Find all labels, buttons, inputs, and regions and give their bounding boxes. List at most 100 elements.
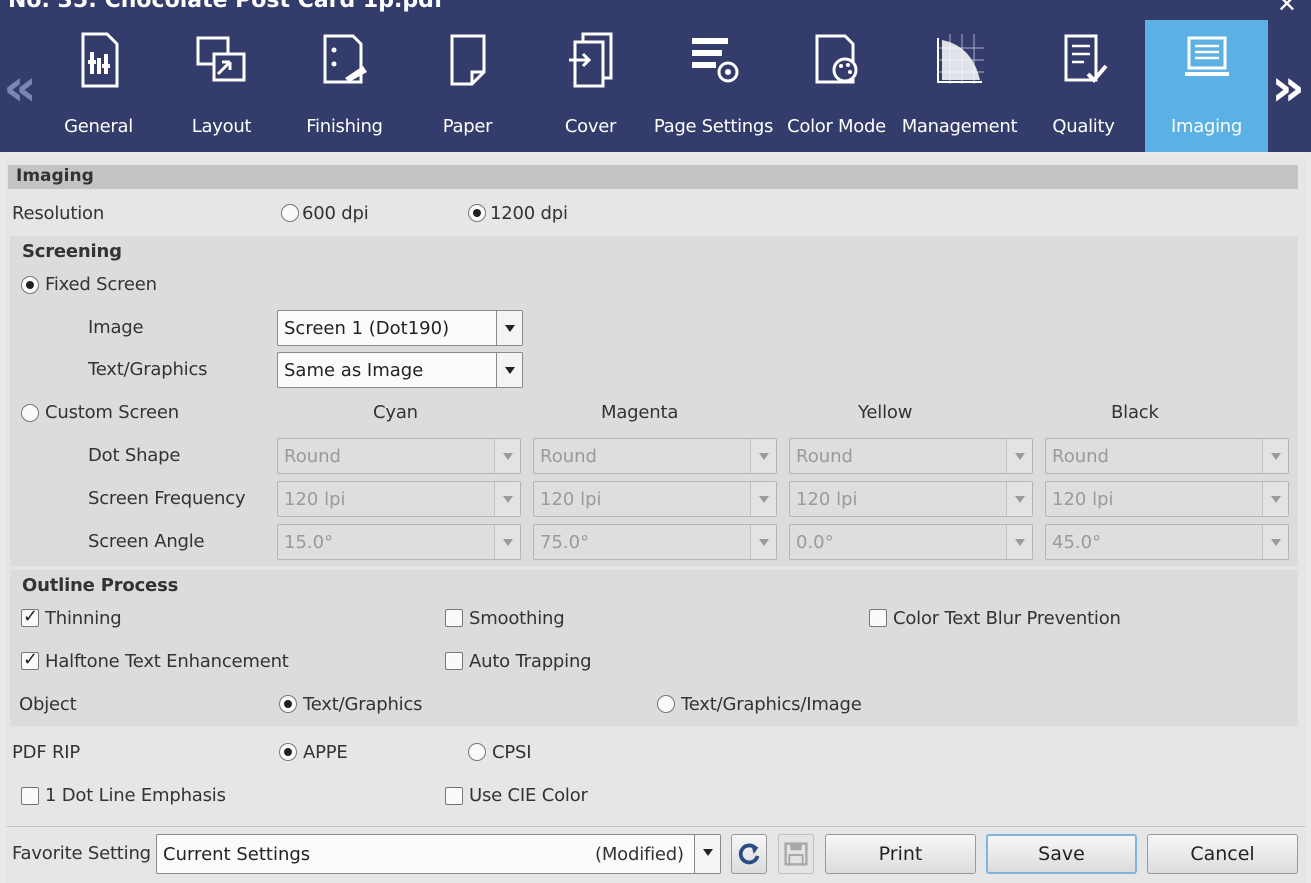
object-text-graphics-radio[interactable]	[279, 695, 297, 713]
pdf-rip-label: PDF RIP	[12, 742, 81, 763]
save-button[interactable]: Save	[986, 834, 1137, 874]
screening-title: Screening	[22, 241, 122, 262]
cyan-angle-select[interactable]: 15.0°	[277, 524, 521, 560]
chevron-down-icon	[750, 439, 776, 473]
screen-angle-label: Screen Angle	[88, 531, 205, 552]
finishing-icon	[319, 30, 371, 90]
dot-line-emphasis-label: 1 Dot Line Emphasis	[45, 785, 226, 806]
cancel-button[interactable]: Cancel	[1147, 834, 1298, 874]
cyan-frequency-value: 120 lpi	[284, 489, 346, 510]
page-settings-icon	[688, 30, 740, 90]
tab-page-settings[interactable]: Page Settings	[652, 20, 775, 152]
image-screen-select[interactable]: Screen 1 (Dot190)	[277, 310, 523, 346]
refresh-button[interactable]	[731, 834, 767, 874]
tab-color-mode[interactable]: Color Mode	[775, 20, 898, 152]
column-magenta: Magenta	[601, 402, 679, 423]
tab-general-label: General	[64, 116, 133, 137]
yellow-frequency-value: 120 lpi	[796, 489, 858, 510]
chevron-down-icon	[1006, 439, 1032, 473]
resolution-600-radio[interactable]	[281, 204, 299, 222]
tab-cover-label: Cover	[564, 116, 617, 137]
magenta-frequency-value: 120 lpi	[540, 489, 602, 510]
quality-icon	[1058, 30, 1110, 90]
pdf-rip-cpsi-radio[interactable]	[468, 743, 486, 761]
magenta-dot-shape-select[interactable]: Round	[533, 438, 777, 474]
category-toolbar: « General Layout Finishing Paper Cover P…	[0, 18, 1311, 152]
resolution-label: Resolution	[12, 203, 105, 224]
screen-frequency-label: Screen Frequency	[88, 488, 246, 509]
imaging-section-header: Imaging	[8, 165, 1298, 189]
tab-management-label: Management	[901, 116, 1018, 137]
object-text-graphics-image-radio[interactable]	[657, 695, 675, 713]
chevron-down-icon	[1262, 439, 1288, 473]
auto-trapping-checkbox[interactable]	[445, 652, 463, 670]
use-cie-color-label: Use CIE Color	[469, 785, 588, 806]
yellow-dot-shape-select[interactable]: Round	[789, 438, 1033, 474]
tab-layout[interactable]: Layout	[160, 20, 283, 152]
tab-management[interactable]: Management	[898, 20, 1021, 152]
magenta-frequency-select[interactable]: 120 lpi	[533, 481, 777, 517]
use-cie-color-checkbox[interactable]	[445, 787, 463, 805]
pdf-rip-appe-radio[interactable]	[279, 743, 297, 761]
yellow-angle-value: 0.0°	[796, 532, 834, 553]
tab-layout-label: Layout	[191, 116, 252, 137]
chevron-down-icon	[494, 525, 520, 559]
thinning-checkbox[interactable]	[21, 606, 39, 627]
tab-color-mode-label: Color Mode	[787, 116, 886, 137]
black-frequency-select[interactable]: 120 lpi	[1045, 481, 1289, 517]
chevron-down-icon	[496, 353, 522, 387]
save-favorite-button[interactable]	[778, 834, 814, 874]
fixed-screen-label: Fixed Screen	[45, 274, 157, 295]
black-angle-select[interactable]: 45.0°	[1045, 524, 1289, 560]
general-icon	[73, 30, 125, 90]
chevron-down-icon	[496, 311, 522, 345]
object-label: Object	[19, 694, 77, 715]
scroll-left-button[interactable]: «	[0, 58, 40, 118]
favorite-setting-label: Favorite Setting	[12, 843, 151, 864]
black-dot-shape-select[interactable]: Round	[1045, 438, 1289, 474]
cyan-frequency-select[interactable]: 120 lpi	[277, 481, 521, 517]
magenta-angle-select[interactable]: 75.0°	[533, 524, 777, 560]
chevron-down-icon	[494, 482, 520, 516]
text-graphics-select[interactable]: Same as Image	[277, 352, 523, 388]
tab-paper-label: Paper	[442, 116, 493, 137]
dot-line-emphasis-checkbox[interactable]	[21, 787, 39, 805]
cyan-dot-shape-value: Round	[284, 446, 341, 467]
management-icon	[934, 30, 986, 90]
resolution-1200-radio[interactable]	[468, 204, 486, 222]
cyan-dot-shape-select[interactable]: Round	[277, 438, 521, 474]
chevron-down-icon	[1006, 482, 1032, 516]
color-text-blur-checkbox[interactable]	[869, 609, 887, 627]
fixed-screen-radio[interactable]	[21, 276, 39, 294]
image-screen-value: Screen 1 (Dot190)	[284, 318, 450, 339]
custom-screen-radio[interactable]	[21, 404, 39, 422]
chevron-down-icon	[494, 439, 520, 473]
tab-imaging[interactable]: Imaging	[1145, 20, 1268, 152]
yellow-angle-select[interactable]: 0.0°	[789, 524, 1033, 560]
print-button[interactable]: Print	[825, 834, 976, 874]
tab-paper[interactable]: Paper	[406, 20, 529, 152]
tab-finishing-label: Finishing	[306, 116, 383, 137]
tab-imaging-label: Imaging	[1170, 116, 1243, 137]
tab-quality[interactable]: Quality	[1022, 20, 1145, 152]
save-disk-icon	[784, 842, 808, 866]
black-angle-value: 45.0°	[1052, 532, 1102, 553]
cyan-angle-value: 15.0°	[284, 532, 334, 553]
tab-general[interactable]: General	[37, 20, 160, 152]
auto-trapping-label: Auto Trapping	[469, 651, 592, 672]
halftone-text-checkbox[interactable]	[21, 649, 39, 670]
scroll-right-button[interactable]: »	[1268, 58, 1308, 118]
tab-finishing[interactable]: Finishing	[283, 20, 406, 152]
text-graphics-label: Text/Graphics	[88, 359, 208, 380]
smoothing-checkbox[interactable]	[445, 609, 463, 627]
favorite-setting-select[interactable]: Current Settings (Modified)	[156, 834, 721, 874]
tab-cover[interactable]: Cover	[529, 20, 652, 152]
chevron-down-icon	[1006, 525, 1032, 559]
close-button[interactable]: ✕	[1277, 0, 1297, 18]
chevron-down-icon	[750, 482, 776, 516]
yellow-frequency-select[interactable]: 120 lpi	[789, 481, 1033, 517]
cover-icon	[565, 30, 617, 90]
image-label: Image	[88, 317, 144, 338]
window-titlebar: No. 35: Chocolate Post Card 1p.pdf ✕	[0, 0, 1311, 18]
text-graphics-value: Same as Image	[284, 360, 424, 381]
